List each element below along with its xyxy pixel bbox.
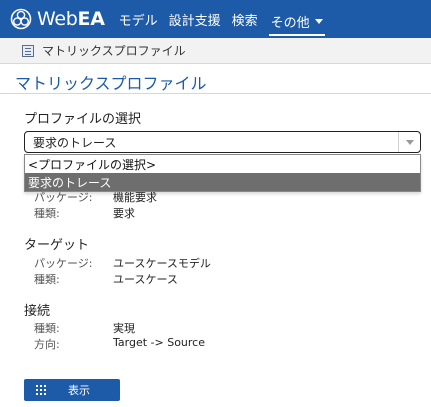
top-navbar: WebEA モデル 設計支援 検索 その他 [0, 0, 431, 38]
matrix-profile-icon [22, 44, 34, 57]
dropdown-option-placeholder[interactable]: <プロファイルの選択> [25, 155, 420, 173]
main-nav: モデル 設計支援 検索 その他 [119, 0, 336, 38]
source-type-value: 要求 [113, 207, 135, 220]
option-label: <プロファイルの選択> [28, 157, 157, 172]
dropdown-option-requirement-trace[interactable]: 要求のトレース [25, 173, 420, 191]
nav-item-label: モデル [118, 13, 158, 29]
show-button[interactable]: 表示 [24, 379, 120, 401]
connection-direction-key: 方向: [34, 338, 60, 351]
connection-type-value: 実現 [113, 322, 135, 335]
logo-text: WebEA [37, 8, 105, 30]
nav-item-label: 検索 [231, 13, 258, 29]
show-button-label: 表示 [68, 384, 90, 397]
title-divider [0, 93, 431, 94]
breadcrumb-label: マトリックスプロファイル [42, 44, 186, 58]
target-package-value: ユースケースモデル [113, 257, 211, 270]
source-type-key: 種類: [34, 207, 60, 220]
profile-dropdown-list: <プロファイルの選択> 要求のトレース [24, 154, 421, 192]
nav-item-design-support[interactable]: 設計支援 [169, 0, 221, 38]
page: WebEA モデル 設計支援 検索 その他 マトリックスプロファイル マトリック… [0, 0, 431, 407]
nav-item-other[interactable]: その他 [268, 8, 325, 36]
grid-icon [36, 385, 46, 395]
breadcrumb: マトリックスプロファイル [0, 38, 431, 64]
logo-web: Web [37, 8, 78, 30]
connection-heading: 接続 [24, 304, 51, 319]
nav-item-label: 設計支援 [168, 13, 221, 29]
connection-type-key: 種類: [34, 322, 60, 335]
connection-direction-value: Target -> Source [113, 336, 205, 349]
profile-select-heading: プロファイルの選択 [24, 112, 142, 127]
target-type-value: ユースケース [113, 273, 178, 286]
target-package-key: パッケージ: [34, 257, 93, 270]
profile-select[interactable]: 要求のトレース [24, 131, 421, 153]
nav-item-search[interactable]: 検索 [232, 0, 258, 38]
chevron-down-icon [314, 18, 323, 24]
target-heading: ターゲット [24, 238, 90, 253]
webea-logo[interactable]: WebEA [10, 0, 105, 38]
nav-item-model[interactable]: モデル [119, 0, 158, 38]
webea-logo-icon [10, 8, 32, 30]
page-title: マトリックスプロファイル [15, 74, 207, 93]
nav-item-label: その他 [270, 15, 310, 31]
logo-ea: EA [77, 8, 105, 30]
option-label: 要求のトレース [28, 175, 112, 190]
target-type-key: 種類: [34, 273, 60, 286]
profile-select-value: 要求のトレース [33, 135, 117, 150]
chevron-down-icon[interactable] [398, 132, 420, 152]
